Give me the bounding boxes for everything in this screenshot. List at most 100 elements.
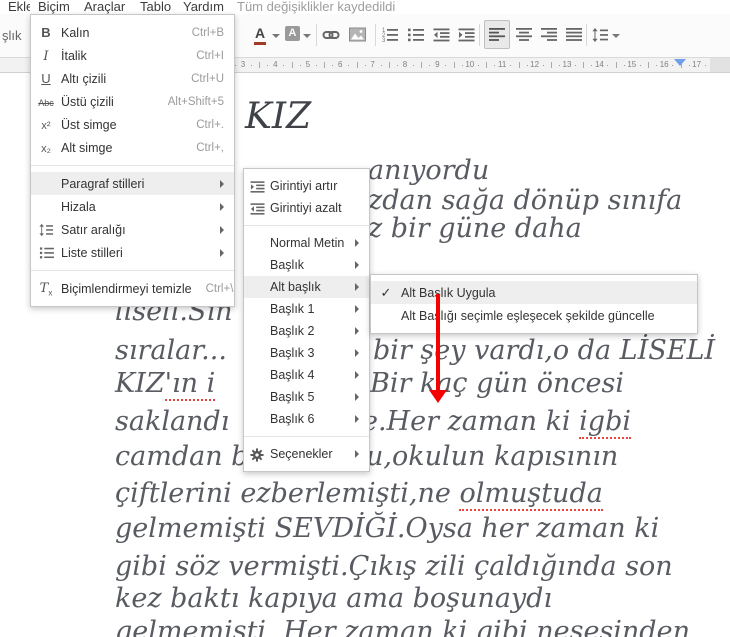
decrease-indent-icon[interactable] (433, 27, 451, 43)
menu-item-normal-text[interactable]: Normal Metin (244, 232, 369, 254)
menu-item-label: Başlık 3 (270, 346, 315, 360)
line-spacing-caret-icon[interactable] (612, 34, 620, 38)
menu-item-label: Alt Başlığı seçimle eşleşecek şekilde gü… (401, 308, 655, 323)
submenu-arrow-icon (355, 371, 359, 379)
paragraph-styles-submenu: Girintiyi artır Girintiyi azalt Normal Met… (243, 168, 370, 472)
ruler-tick (324, 62, 326, 68)
justify-icon[interactable] (566, 27, 584, 43)
menu-item-subtitle[interactable]: Alt başlık (244, 276, 369, 298)
ruler-number: 14 (594, 60, 604, 69)
menu-item-title[interactable]: Başlık (244, 254, 369, 276)
document-text-line[interactable]: camdan b (115, 442, 248, 472)
menu-item-heading-1[interactable]: Başlık 1 (244, 298, 369, 320)
menu-item-heading-4[interactable]: Başlık 4 (244, 364, 369, 386)
styles-dropdown-partial[interactable]: şlık (2, 28, 22, 43)
align-left-icon[interactable] (489, 27, 507, 43)
submenu-arrow-icon (355, 305, 359, 313)
text-segment: KIZ (115, 368, 165, 399)
menu-item-update-subtitle[interactable]: Alt Başlığı seçimle eşleşecek şekilde gü… (371, 304, 697, 327)
misspelled-word: olmuştuda (459, 478, 603, 511)
menu-item-heading-3[interactable]: Başlık 3 (244, 342, 369, 364)
menu-item-subscript[interactable]: x₂ Alt simge Ctrl+, (31, 136, 234, 159)
list-styles-icon (31, 245, 61, 261)
svg-text:3: 3 (382, 38, 386, 43)
check-icon: ✓ (380, 284, 392, 300)
menu-item-label: Alt başlık (270, 280, 321, 294)
menu-item-clear-formatting[interactable]: Tx Biçimlendirmeyi temizle Ctrl+\ (31, 277, 234, 300)
ruler-dot (380, 65, 382, 66)
document-text-line[interactable]: gibi söz vermişti.Çıkış zili çaldığında … (115, 552, 673, 582)
menu-item-increase-indent[interactable]: Girintiyi artır (244, 175, 369, 197)
menu-bar: Ekle Biçim Araçlar Tablo Yardım Tüm değişikl… (0, 0, 730, 16)
document-text-line[interactable]: kez baktı kapıya ama boşunaydı (115, 584, 552, 614)
ruler-number: 17 (692, 60, 702, 69)
ruler-dot (672, 65, 674, 66)
menu-item-apply-subtitle[interactable]: ✓ Alt Başlık Uygula (371, 281, 697, 304)
bulleted-list-icon[interactable] (407, 27, 425, 43)
document-text-line[interactable]: e.Her zaman ki igbi (362, 406, 631, 439)
menu-item-superscript[interactable]: x² Üst simge Ctrl+. (31, 113, 234, 136)
menu-item-paragraph-styles[interactable]: Paragraf stilleri (31, 172, 234, 195)
ruler-number: 11 (498, 60, 507, 69)
annotation-arrow-head-icon (429, 390, 447, 403)
document-text-line[interactable]: z bir güne daha (368, 214, 582, 244)
document-text-line[interactable]: sıralar... (115, 336, 227, 366)
document-text-line[interactable]: bir şey vardı,o da LİSELİ (373, 336, 715, 366)
ruler-number: 15 (627, 60, 637, 69)
ruler-indent-marker[interactable] (674, 59, 687, 66)
submenu-arrow-icon (355, 349, 359, 357)
numbered-list-icon[interactable]: 123 (381, 27, 399, 44)
align-right-icon[interactable] (541, 27, 559, 43)
document-text-line[interactable]: u,okulun kapısının (366, 442, 618, 472)
menu-item-align[interactable]: Hizala (31, 195, 234, 218)
document-text-line[interactable]: gelmemişti. Her zaman ki gibi neşesinden (115, 617, 690, 637)
document-title-text[interactable]: KIZ (245, 96, 311, 137)
menu-item-label: Biçimlendirmeyi temizle (61, 281, 192, 296)
strikethrough-icon: Abc (38, 98, 54, 108)
menu-item-bold[interactable]: B Kalın Ctrl+B (31, 21, 234, 44)
text-segment: kez baktı kapıya ama boşunaydı (115, 583, 553, 614)
ruler-dot (510, 65, 512, 66)
text-color-icon[interactable]: A (253, 25, 267, 45)
ruler-dot (251, 65, 252, 66)
insert-image-icon[interactable] (349, 27, 367, 43)
document-text-line[interactable]: Bir kaç gün öncesi (370, 369, 624, 399)
highlight-color-caret-icon[interactable] (303, 34, 311, 38)
menu-item-label: Üstü çizili (61, 94, 114, 109)
menu-item-underline[interactable]: U Altı çizili Ctrl+U (31, 67, 234, 90)
line-spacing-icon[interactable] (592, 27, 610, 43)
shortcut-label: Ctrl+I (196, 49, 224, 62)
submenu-arrow-icon (220, 248, 224, 257)
ruler-number: 9 (435, 60, 440, 69)
document-text-line[interactable]: saklandı (115, 407, 229, 437)
menu-item-options[interactable]: Seçenekler (244, 443, 369, 465)
document-text-line[interactable]: zdan sağa dönüp sınıfa (368, 186, 682, 216)
menu-item-decrease-indent[interactable]: Girintiyi azalt (244, 197, 369, 219)
document-text-line[interactable]: gelmemişti SEVDİĞİ.Oysa her zaman ki (115, 514, 659, 544)
annotation-arrow-line (436, 294, 440, 392)
menu-item-line-spacing[interactable]: Satır aralığı (31, 218, 234, 241)
document-text-line[interactable]: anıyordu (368, 156, 489, 186)
superscript-icon: x² (41, 120, 51, 132)
menu-item-list-styles[interactable]: Liste stilleri (31, 241, 234, 264)
menu-item-heading-6[interactable]: Başlık 6 (244, 408, 369, 430)
ruler-dot (704, 65, 706, 66)
menu-item-heading-2[interactable]: Başlık 2 (244, 320, 369, 342)
highlight-color-icon[interactable]: A (285, 26, 300, 41)
menu-separator (244, 436, 369, 437)
ruler-number: 13 (562, 60, 572, 69)
menu-item-italic[interactable]: I İtalik Ctrl+I (31, 44, 234, 67)
ruler-dot (413, 65, 414, 66)
menu-item-strikethrough[interactable]: Abc Üstü çizili Alt+Shift+5 (31, 90, 234, 113)
text-segment: e.Her zaman ki (362, 406, 580, 437)
ruler-tick (421, 62, 423, 68)
document-text-line[interactable]: çiftlerini ezberlemişti,ne olmuştuda (115, 478, 603, 511)
increase-indent-icon[interactable] (458, 27, 476, 43)
text-segment: camdan b (115, 441, 249, 472)
italic-icon: I (43, 48, 49, 64)
text-color-caret-icon[interactable] (272, 34, 280, 38)
align-center-icon[interactable] (516, 27, 534, 43)
insert-link-icon[interactable] (322, 27, 340, 43)
menu-item-heading-5[interactable]: Başlık 5 (244, 386, 369, 408)
document-text-line[interactable]: KIZ'ın i (115, 368, 216, 401)
